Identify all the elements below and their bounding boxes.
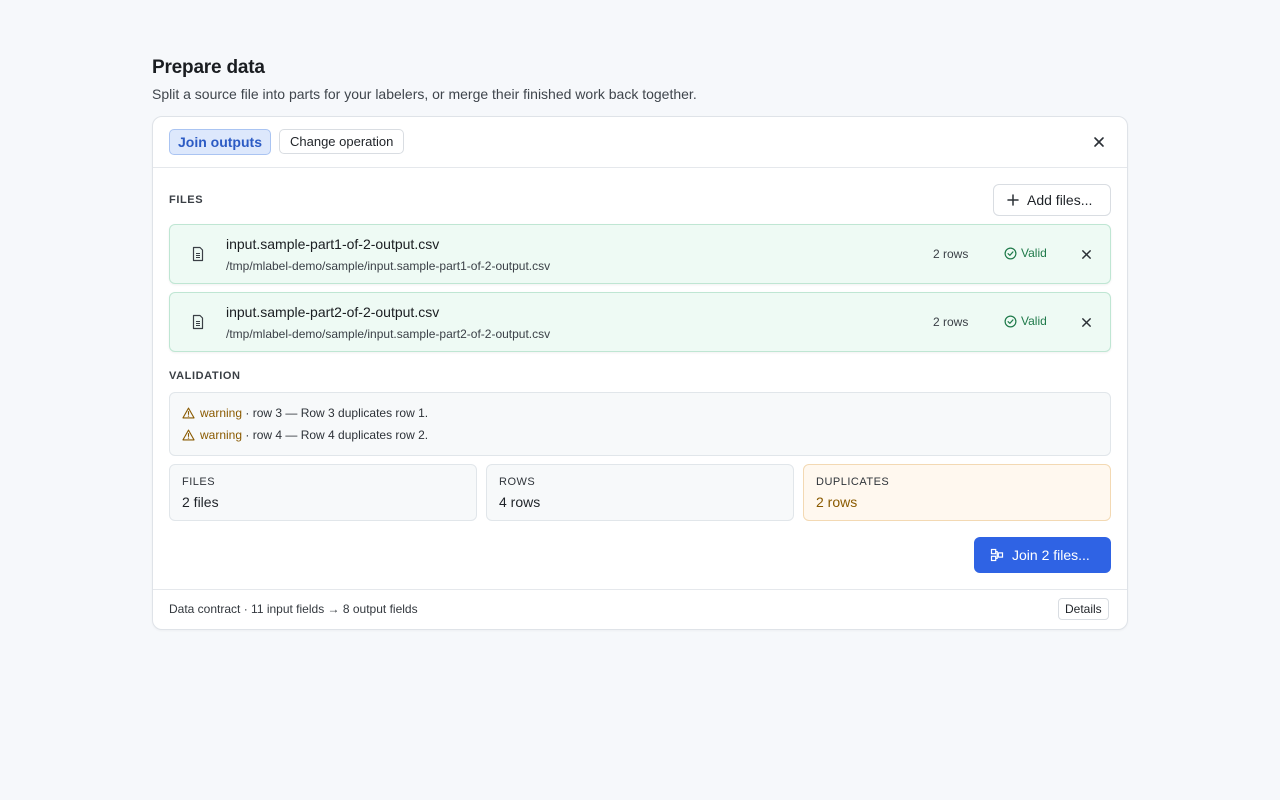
- stat-rows: ROWS 4 rows: [486, 464, 794, 521]
- file-status: Valid: [1004, 246, 1047, 260]
- active-operation-chip[interactable]: Join outputs: [169, 129, 271, 155]
- file-status-label: Valid: [1021, 246, 1047, 260]
- add-files-label: Add files...: [1027, 192, 1093, 208]
- stat-value: 2 files: [182, 494, 219, 510]
- details-button[interactable]: Details: [1058, 598, 1109, 620]
- close-icon: [1094, 137, 1104, 147]
- prepare-data-page: Prepare data Split a source file into pa…: [152, 56, 1128, 630]
- validation-level: warning: [200, 428, 243, 442]
- validation-message: · row 3 — Row 3 duplicates row 1.: [242, 406, 429, 420]
- file-status: Valid: [1004, 314, 1047, 328]
- file-name: input.sample-part1-of-2-output.csv: [226, 236, 440, 252]
- stat-label: ROWS: [499, 476, 536, 488]
- join-files-button[interactable]: Join 2 files...: [974, 537, 1111, 573]
- validation-section-label: VALIDATION: [169, 370, 241, 382]
- file-name: input.sample-part2-of-2-output.csv: [226, 304, 440, 320]
- close-icon: [1081, 249, 1091, 259]
- file-path: /tmp/mlabel-demo/sample/input.sample-par…: [226, 327, 551, 341]
- validation-item: warning · row 4 — Row 4 duplicates row 2…: [182, 428, 428, 442]
- file-row-count: 2 rows: [933, 247, 969, 261]
- stat-label: FILES: [182, 476, 216, 488]
- card-footer: Data contract · 11 input fields → 8 outp…: [153, 589, 1127, 629]
- stat-duplicates: DUPLICATES 2 rows: [803, 464, 1111, 521]
- stat-files: FILES 2 files: [169, 464, 477, 521]
- files-section-label: FILES: [169, 194, 204, 206]
- close-icon: [1081, 317, 1091, 327]
- warning-icon: [182, 429, 195, 441]
- validation-message: · row 4 — Row 4 duplicates row 2.: [242, 428, 429, 442]
- file-icon: [192, 246, 204, 262]
- close-card-button[interactable]: [1089, 132, 1109, 152]
- file-path: /tmp/mlabel-demo/sample/input.sample-par…: [226, 259, 551, 273]
- file-icon: [192, 314, 204, 330]
- page-subtitle: Split a source file into parts for your …: [152, 86, 697, 102]
- check-circle-icon: [1004, 315, 1017, 327]
- merge-icon: [990, 548, 1004, 562]
- file-row: input.sample-part2-of-2-output.csv /tmp/…: [169, 292, 1111, 352]
- remove-file-button[interactable]: [1076, 244, 1096, 264]
- check-circle-icon: [1004, 247, 1017, 259]
- warning-icon: [182, 407, 195, 419]
- change-operation-button[interactable]: Change operation: [279, 129, 405, 154]
- validation-item: warning · row 3 — Row 3 duplicates row 1…: [182, 406, 428, 420]
- stat-value: 2 rows: [816, 494, 858, 510]
- stat-label: DUPLICATES: [816, 476, 890, 488]
- operation-card: Join outputs Change operation FILES Add …: [152, 116, 1128, 630]
- join-files-label: Join 2 files...: [1012, 547, 1090, 563]
- data-contract-summary: Data contract · 11 input fields → 8 outp…: [169, 602, 418, 616]
- remove-file-button[interactable]: [1076, 312, 1096, 332]
- add-files-button[interactable]: Add files...: [993, 184, 1111, 216]
- validation-level: warning: [200, 406, 243, 420]
- plus-icon: [1007, 194, 1019, 206]
- file-row-count: 2 rows: [933, 315, 969, 329]
- card-header: Join outputs Change operation: [153, 117, 1127, 168]
- stat-value: 4 rows: [499, 494, 541, 510]
- file-status-label: Valid: [1021, 314, 1047, 328]
- validation-panel: warning · row 3 — Row 3 duplicates row 1…: [169, 392, 1111, 456]
- page-title: Prepare data: [152, 57, 265, 78]
- file-row: input.sample-part1-of-2-output.csv /tmp/…: [169, 224, 1111, 284]
